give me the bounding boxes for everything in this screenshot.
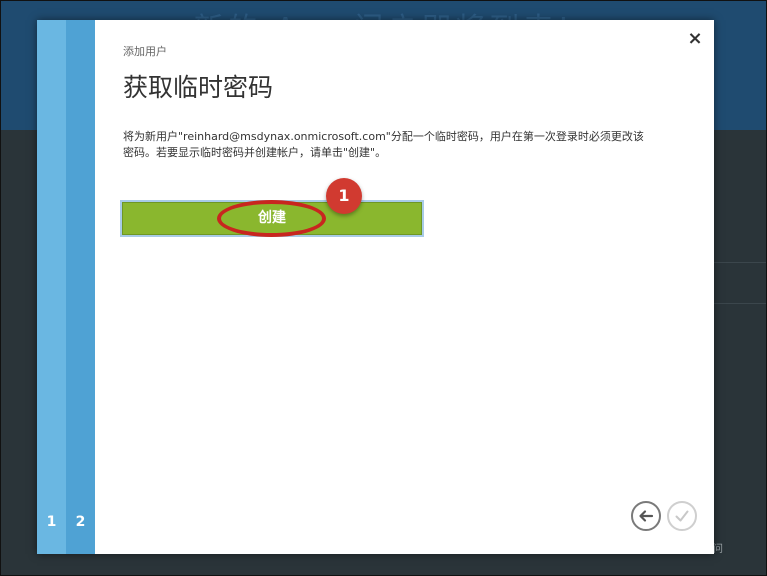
background-bottom-text: 问 (713, 544, 723, 555)
step-1-number: 1 (46, 514, 57, 530)
add-user-dialog: 1 2 × 添加用户 获取临时密码 将为新用户"reinhard@msdynax… (37, 20, 714, 554)
step-2-tab[interactable]: 2 (66, 20, 95, 554)
page-title: 获取临时密码 (123, 73, 274, 102)
step-badge-annotation: 1 (326, 178, 362, 214)
create-button[interactable]: 创建 (122, 202, 422, 235)
step-1-tab[interactable]: 1 (37, 20, 66, 554)
breadcrumb: 添加用户 (123, 45, 167, 58)
close-icon[interactable]: × (686, 30, 704, 48)
checkmark-icon (675, 510, 689, 522)
description-text: 将为新用户"reinhard@msdynax.onmicrosoft.com"分… (123, 130, 644, 159)
arrow-left-icon (639, 510, 654, 522)
step-2-number: 2 (75, 514, 86, 530)
back-button[interactable] (631, 501, 661, 531)
confirm-button[interactable] (667, 501, 697, 531)
background-list-row (713, 262, 767, 304)
